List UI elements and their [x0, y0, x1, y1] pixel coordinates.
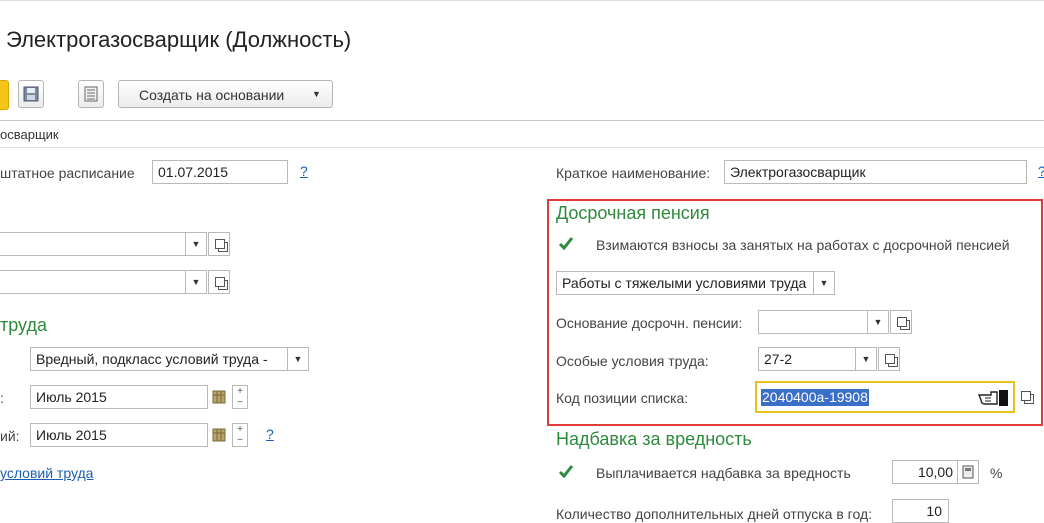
save-and-close-button[interactable]: [0, 80, 9, 110]
left-field-2[interactable]: [0, 270, 186, 294]
hazard-amount-field[interactable]: 10,00: [892, 460, 958, 484]
save-button[interactable]: [18, 80, 44, 108]
pension-basis-label: Основание досрочн. пенсии:: [556, 315, 743, 331]
calculator-icon: [962, 465, 974, 479]
pension-basis-dropdown[interactable]: ▼: [867, 310, 889, 334]
floppy-disk-icon: [23, 86, 39, 102]
short-name-label: Краткое наименование:: [556, 165, 711, 181]
staff-schedule-date-field[interactable]: 01.07.2015: [152, 160, 288, 184]
special-conditions-label: Особые условия труда:: [556, 353, 709, 369]
pension-basis-open[interactable]: [890, 310, 912, 334]
document-list-icon: [84, 86, 98, 102]
date2-label: ий:: [0, 428, 20, 444]
early-pension-checkbox[interactable]: [558, 236, 574, 252]
help-link[interactable]: ?: [266, 426, 274, 442]
working-conditions-link[interactable]: условий труда: [0, 465, 93, 481]
open-icon: [215, 277, 225, 287]
working-conditions-field[interactable]: Вредный, подкласс условий труда -: [30, 347, 288, 371]
list-code-open[interactable]: [1015, 385, 1037, 409]
date1-label: :: [0, 390, 4, 406]
special-conditions-open[interactable]: [878, 347, 900, 371]
breadcrumb: осварщик: [0, 127, 59, 142]
help-link[interactable]: ?: [300, 163, 308, 179]
percent-sign: %: [990, 465, 1003, 481]
date2-spinner[interactable]: + −: [232, 423, 248, 447]
help-link[interactable]: ?: [1038, 163, 1044, 179]
hazard-checkbox-label: Выплачивается надбавка за вредность: [596, 465, 851, 481]
hazard-section-title: Надбавка за вредность: [556, 429, 752, 449]
calendar-icon: [212, 390, 226, 404]
chevron-down-icon: ▼: [312, 89, 321, 99]
open-icon: [1021, 391, 1031, 401]
create-based-on-button[interactable]: Создать на основании ▼: [118, 80, 333, 108]
work-type-dropdown[interactable]: ▼: [813, 271, 835, 295]
extra-days-field[interactable]: 10: [892, 499, 949, 523]
hazard-checkbox[interactable]: [558, 464, 574, 480]
date2-calendar-button[interactable]: [208, 423, 230, 447]
date1-spinner[interactable]: + −: [232, 385, 248, 409]
left-field-1-open[interactable]: [208, 232, 230, 256]
hazard-amount-value: 10,00: [917, 464, 953, 480]
list-code-field[interactable]: 2040400а-19908: [755, 381, 1015, 413]
working-conditions-dropdown[interactable]: ▼: [287, 347, 309, 371]
special-conditions-dropdown[interactable]: ▼: [855, 347, 877, 371]
calendar-icon: [212, 428, 226, 442]
work-type-field[interactable]: Работы с тяжелыми условиями труда: [556, 271, 814, 295]
list-code-label: Код позиции списка:: [556, 390, 689, 406]
breadcrumb-divider-bottom: [0, 147, 1044, 148]
page-title: Электрогазосварщик (Должность): [6, 27, 352, 52]
staff-schedule-label: штатное расписание: [0, 165, 135, 181]
hand-pointer-icon: [977, 390, 1008, 406]
left-field-2-open[interactable]: [208, 270, 230, 294]
early-pension-checkbox-label: Взимаются взносы за занятых на работах с…: [596, 237, 1010, 253]
pension-basis-field[interactable]: [758, 310, 868, 334]
date1-calendar-button[interactable]: [208, 385, 230, 409]
extra-days-value: 10: [926, 503, 942, 519]
report-button[interactable]: [78, 80, 104, 108]
short-name-field[interactable]: Электрогазосварщик: [724, 160, 1027, 184]
left-field-2-dropdown[interactable]: ▼: [185, 270, 207, 294]
date2-field[interactable]: Июль 2015: [30, 423, 208, 447]
open-icon: [215, 239, 225, 249]
open-icon: [897, 317, 907, 327]
working-conditions-section-title: труда: [0, 315, 47, 335]
top-divider: [0, 0, 1044, 1]
left-field-1-dropdown[interactable]: ▼: [185, 232, 207, 256]
left-field-1[interactable]: [0, 232, 186, 256]
open-icon: [885, 354, 895, 364]
early-pension-section-title: Досрочная пенсия: [556, 203, 710, 223]
create-based-on-label: Создать на основании: [139, 87, 285, 103]
hazard-calculator-button[interactable]: [957, 460, 979, 484]
list-code-value: 2040400а-19908: [761, 389, 869, 406]
special-conditions-field[interactable]: 27-2: [758, 347, 856, 371]
breadcrumb-divider-top: [0, 120, 1044, 121]
date1-field[interactable]: Июль 2015: [30, 385, 208, 409]
